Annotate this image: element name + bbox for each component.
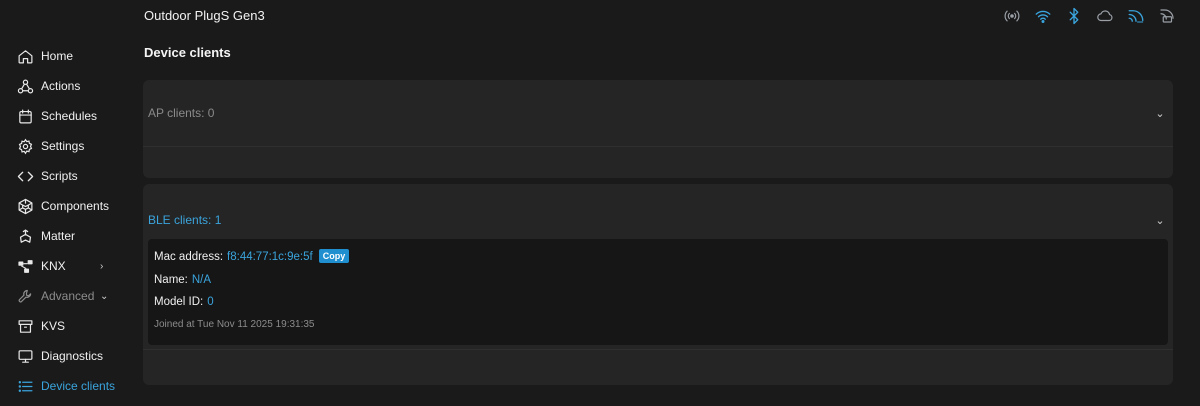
name-row: Name: N/A xyxy=(154,269,1162,292)
monitor-icon xyxy=(16,347,34,365)
sidebar-item-scripts[interactable]: Scripts xyxy=(16,161,126,191)
panel-divider xyxy=(143,348,1173,350)
chevron-down-icon[interactable]: ⌄ xyxy=(1153,214,1167,227)
model-id-row: Model ID: 0 xyxy=(154,291,1162,314)
sidebar: Home Actions Schedules Settings Scripts … xyxy=(16,41,126,401)
sidebar-item-actions[interactable]: Actions xyxy=(16,71,126,101)
device-title: Outdoor PlugS Gen3 xyxy=(144,8,265,23)
archive-icon xyxy=(16,317,34,335)
code-icon xyxy=(16,167,34,185)
wifi-icon[interactable] xyxy=(1033,6,1053,26)
sidebar-item-components[interactable]: Components xyxy=(16,191,126,221)
joined-timestamp: Joined at Tue Nov 11 2025 19:31:35 xyxy=(154,319,315,330)
sidebar-item-label: Diagnostics xyxy=(41,349,104,363)
chevron-down-icon: ⌄ xyxy=(100,290,109,302)
chevron-down-icon[interactable]: ⌄ xyxy=(1153,107,1167,120)
ap-clients-panel: AP clients: 0 ⌄ xyxy=(143,80,1173,178)
sidebar-item-settings[interactable]: Settings xyxy=(16,131,126,161)
panel-divider xyxy=(143,146,1173,147)
sidebar-item-device-clients[interactable]: Device clients xyxy=(16,371,126,401)
sidebar-item-advanced[interactable]: Advanced ⌄ xyxy=(16,281,126,311)
sidebar-item-schedules[interactable]: Schedules xyxy=(16,101,126,131)
copy-button[interactable]: Copy xyxy=(318,249,350,264)
knx-icon xyxy=(16,257,34,275)
model-id-label: Model ID: xyxy=(154,296,204,309)
wrench-icon xyxy=(16,287,34,305)
page-title: Device clients xyxy=(144,45,231,60)
sidebar-item-label: Device clients xyxy=(41,379,116,393)
sidebar-item-label: Home xyxy=(41,49,74,63)
chevron-right-icon: › xyxy=(100,260,104,272)
ble-client-card: Mac address: f8:44:77:1c:9e:5f Copy Name… xyxy=(148,239,1168,345)
ap-clients-header[interactable]: AP clients: 0 ⌄ xyxy=(143,80,1173,146)
gear-icon xyxy=(16,137,34,155)
bluetooth-icon[interactable] xyxy=(1064,6,1084,26)
status-bar xyxy=(1002,6,1177,26)
outbound-ws-icon[interactable] xyxy=(1157,6,1177,26)
mac-address-row: Mac address: f8:44:77:1c:9e:5f Copy xyxy=(154,246,1162,269)
ble-clients-label: BLE clients: 1 xyxy=(148,213,222,227)
mqtt-icon[interactable] xyxy=(1126,6,1146,26)
mac-address-label: Mac address: xyxy=(154,251,224,264)
broadcast-icon[interactable] xyxy=(1002,6,1022,26)
ble-clients-panel: BLE clients: 1 ⌄ Mac address: f8:44:77:1… xyxy=(143,184,1173,385)
cloud-icon[interactable] xyxy=(1095,6,1115,26)
sidebar-item-label: Schedules xyxy=(41,109,98,123)
sidebar-item-kvs[interactable]: KVS xyxy=(16,311,126,341)
list-icon xyxy=(16,377,34,395)
calendar-icon xyxy=(16,107,34,125)
ap-clients-label: AP clients: 0 xyxy=(148,106,215,120)
sidebar-item-knx[interactable]: KNX › xyxy=(16,251,126,281)
sidebar-item-label: Settings xyxy=(41,139,85,153)
name-label: Name: xyxy=(154,273,188,286)
sidebar-item-label: Scripts xyxy=(41,169,78,183)
sidebar-item-label: KVS xyxy=(41,319,66,333)
sidebar-item-label: Matter xyxy=(41,229,76,243)
components-icon xyxy=(16,197,34,215)
matter-icon xyxy=(16,227,34,245)
name-value: N/A xyxy=(191,273,212,286)
sidebar-item-matter[interactable]: Matter xyxy=(16,221,126,251)
sidebar-item-label: Actions xyxy=(41,79,81,93)
model-id-value: 0 xyxy=(207,296,214,309)
sidebar-item-home[interactable]: Home xyxy=(16,41,126,71)
sidebar-item-label: KNX xyxy=(41,259,66,273)
sidebar-item-label: Components xyxy=(41,199,110,213)
sidebar-item-diagnostics[interactable]: Diagnostics xyxy=(16,341,126,371)
home-icon xyxy=(16,47,34,65)
mac-address-value: f8:44:77:1c:9e:5f xyxy=(227,251,313,264)
sidebar-item-label: Advanced xyxy=(41,289,95,303)
actions-icon xyxy=(16,77,34,95)
